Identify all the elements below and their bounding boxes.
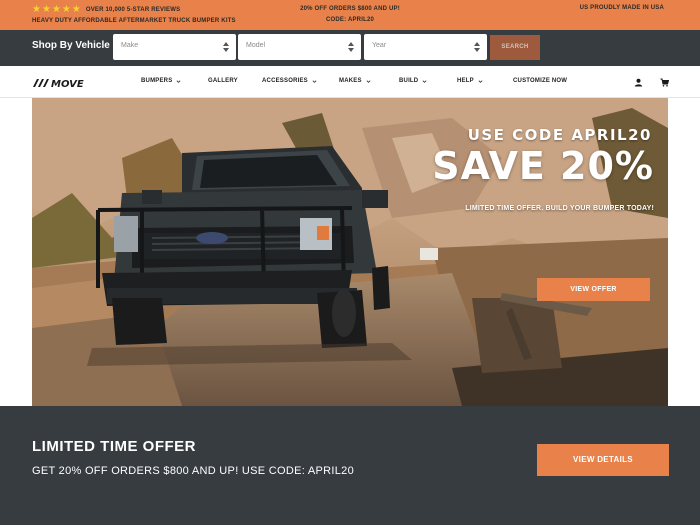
hero-code-text: USE CODE APRIL20 [467,126,652,144]
logo-text: MOVE [51,79,84,88]
view-offer-button[interactable]: VIEW OFFER [537,278,650,301]
select-arrows-icon [223,42,229,52]
view-details-button[interactable]: VIEW DETAILS [537,444,669,476]
chevron-down-icon [422,79,427,83]
nav-build[interactable]: BUILD [399,78,427,84]
made-in-usa: US PROUDLY MADE IN USA [579,5,664,11]
model-placeholder: Model [246,42,266,49]
vehicle-selector-title: Shop By Vehicle [32,40,110,51]
hero-headline: SAVE 20% [432,144,654,188]
nav-bumpers[interactable]: BUMPERS [141,78,181,84]
star-icon: ★ [71,3,81,15]
hero-banner: USE CODE APRIL20 SAVE 20% LIMITED TIME O… [32,98,668,406]
cart-icon[interactable] [660,78,669,87]
hero-subtext: LIMITED TIME OFFER. BUILD YOUR BUMPER TO… [465,205,654,212]
nav-makes-label: MAKES [339,78,362,84]
chevron-down-icon [312,79,317,83]
offer-subtitle: GET 20% OFF ORDERS $800 AND UP! USE CODE… [32,465,354,477]
star-icon: ★ [41,3,51,15]
promo-bar: ★ ★ ★ ★ ★ OVER 10,000 5-STAR REVIEWS HEA… [0,0,700,30]
tagline: HEAVY DUTY AFFORDABLE AFTERMARKET TRUCK … [32,18,236,24]
nav-help[interactable]: HELP [457,78,483,84]
model-select[interactable]: Model [238,34,361,60]
star-icon: ★ [61,3,71,15]
nav-accessories[interactable]: ACCESSORIES [262,78,317,84]
star-icon: ★ [32,3,41,15]
year-select[interactable]: Year [364,34,487,60]
chevron-down-icon [176,79,181,83]
vehicle-search-button[interactable]: SEARCH [490,35,540,60]
make-placeholder: Make [121,42,139,49]
promo-code-line: CODE: APRIL20 [325,17,375,23]
nav-gallery[interactable]: GALLERY [208,78,238,84]
select-arrows-icon [348,42,354,52]
brand-logo[interactable]: MOVE [32,78,106,88]
promo-left: ★ ★ ★ ★ ★ OVER 10,000 5-STAR REVIEWS HEA… [32,4,252,24]
promo-offer[interactable]: 20% OFF ORDERS $800 AND UP! CODE: APRIL2… [250,4,450,26]
nav-gallery-label: GALLERY [208,78,238,84]
main-nav: MOVE BUMPERS GALLERY ACCESSORIES MAKES B… [0,66,700,98]
chevron-down-icon [478,79,483,83]
chevron-down-icon [366,79,371,83]
nav-accessories-label: ACCESSORIES [262,78,308,84]
nav-makes[interactable]: MAKES [339,78,371,84]
nav-build-label: BUILD [399,78,419,84]
account-icon[interactable] [634,78,643,87]
year-placeholder: Year [372,42,387,49]
nav-bumpers-label: BUMPERS [141,78,173,84]
offer-title: LIMITED TIME OFFER [32,438,196,455]
vehicle-selector-bar: Shop By Vehicle Make Model Year SEARCH [0,30,700,66]
nav-help-label: HELP [457,78,474,84]
make-select[interactable]: Make [113,34,236,60]
nav-customize-label: CUSTOMIZE NOW [513,78,568,84]
select-arrows-icon [474,42,480,52]
promo-offer-line: 20% OFF ORDERS $800 AND UP! [300,6,400,12]
rating: ★ ★ ★ ★ ★ OVER 10,000 5-STAR REVIEWS [32,4,252,15]
reviews-text: OVER 10,000 5-STAR REVIEWS [85,6,181,13]
star-icon: ★ [51,3,61,15]
offer-section: LIMITED TIME OFFER GET 20% OFF ORDERS $8… [0,406,700,525]
nav-customize-now[interactable]: CUSTOMIZE NOW [513,78,567,84]
